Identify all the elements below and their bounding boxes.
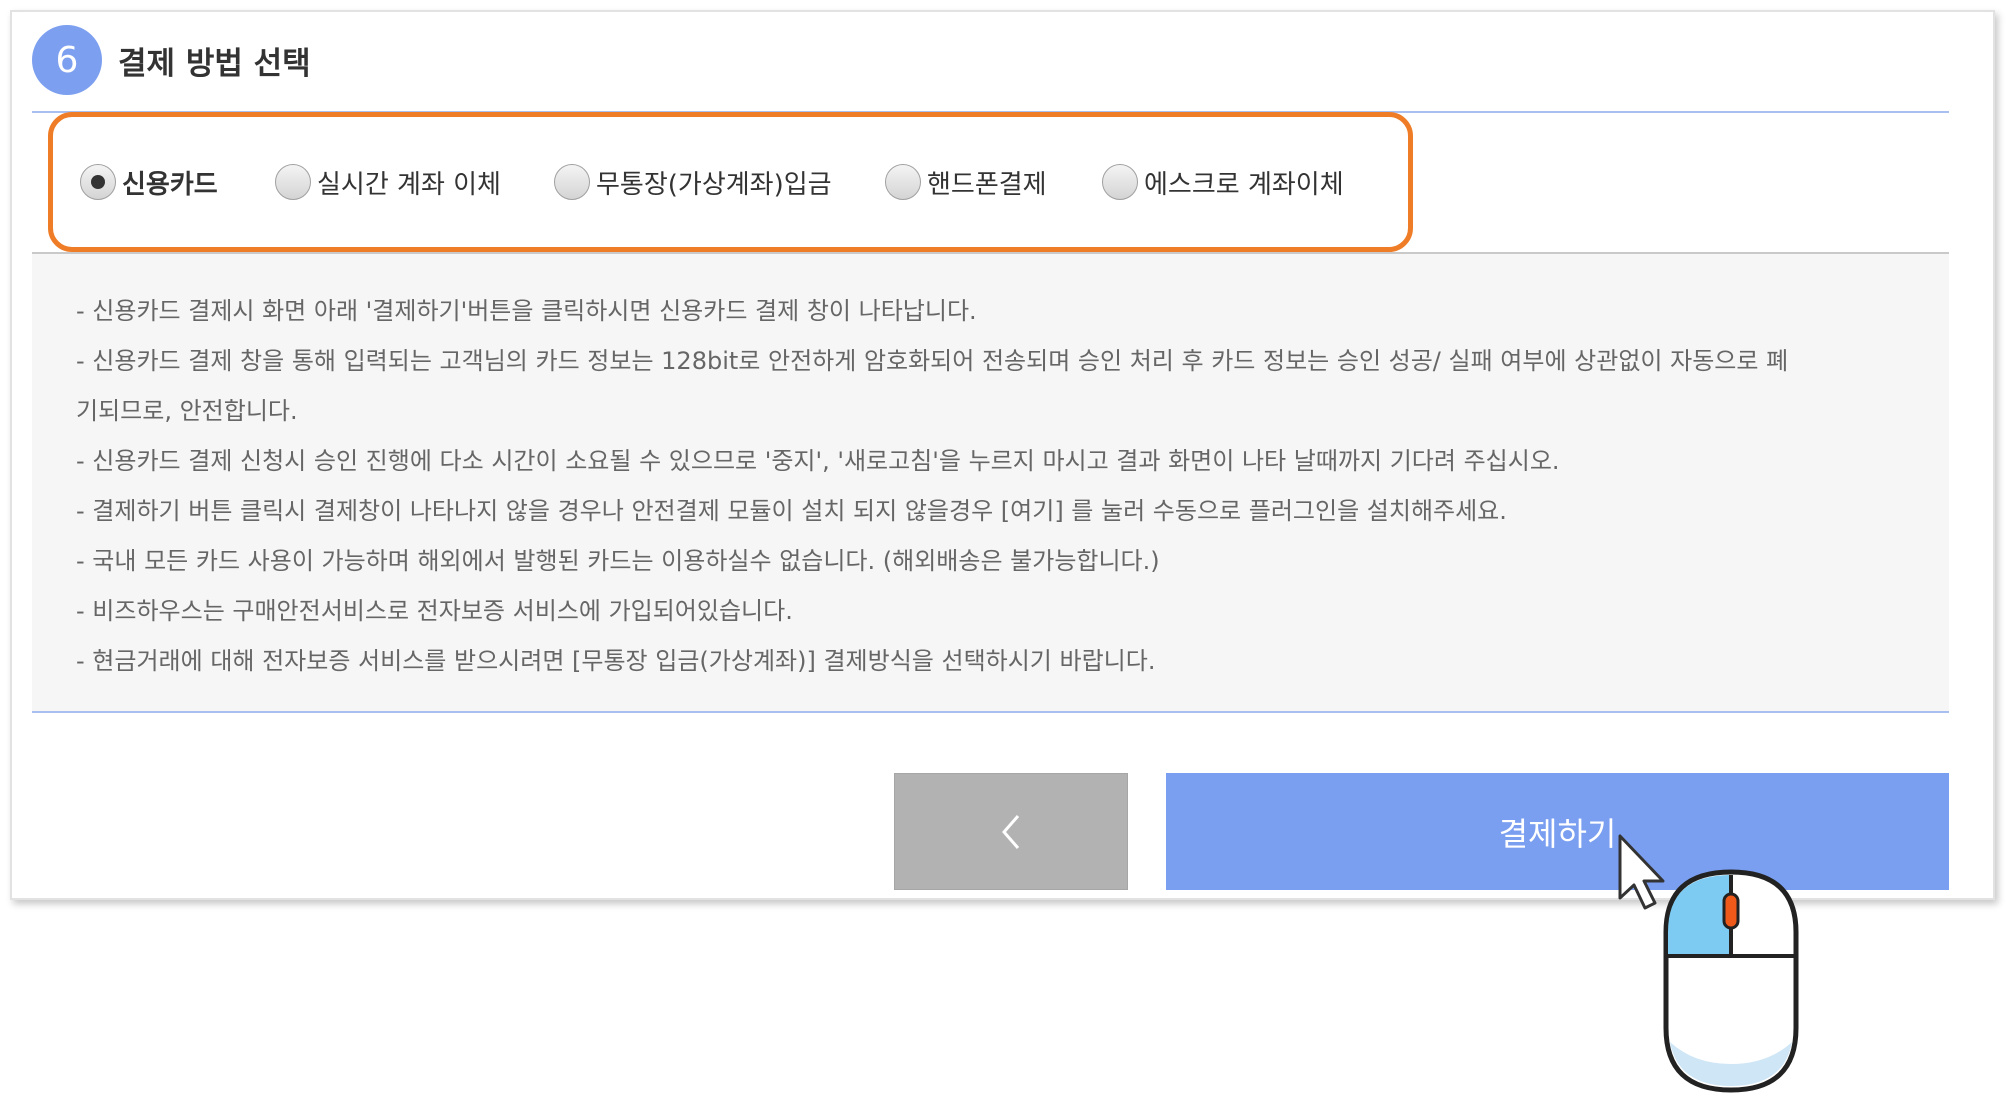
chevron-left-icon: [1002, 814, 1020, 849]
radio-label: 에스크로 계좌이체: [1144, 169, 1344, 200]
radio-label: 실시간 계좌 이체: [317, 169, 501, 200]
radio-button-icon[interactable]: [885, 164, 921, 200]
notice-line: - 국내 모든 카드 사용이 가능하며 해외에서 발행된 카드는 이용하실수 없…: [76, 547, 1160, 575]
radio-label: 핸드폰결제: [927, 169, 1047, 200]
radio-button-icon[interactable]: [554, 164, 590, 200]
radio-escrow-transfer[interactable]: 에스크로 계좌이체: [1102, 160, 1344, 204]
radio-credit-card[interactable]: 신용카드: [80, 160, 218, 204]
pay-button-label: 결제하기: [1498, 814, 1617, 853]
section-title: 결제 방법 선택: [118, 46, 311, 82]
radio-button-checked-icon[interactable]: [80, 164, 116, 200]
radio-label: 무통장(가상계좌)입금: [596, 169, 832, 200]
radio-button-icon[interactable]: [1102, 164, 1138, 200]
radio-mobile-payment[interactable]: 핸드폰결제: [885, 160, 1047, 204]
radio-label: 신용카드: [122, 169, 218, 200]
notice-line: - 신용카드 결제시 화면 아래 '결제하기'버튼을 클릭하시면 신용카드 결제…: [76, 297, 977, 325]
step-number: 6: [55, 39, 79, 81]
radio-realtime-transfer[interactable]: 실시간 계좌 이체: [275, 160, 501, 204]
back-button[interactable]: [894, 773, 1128, 890]
step-number-badge: 6: [32, 25, 102, 95]
notice-line: - 현금거래에 대해 전자보증 서비스를 받으시려면 [무통장 입금(가상계좌)…: [76, 647, 1156, 675]
divider: [32, 111, 1949, 113]
radio-bank-deposit[interactable]: 무통장(가상계좌)입금: [554, 160, 832, 204]
notice-line: 기되므로, 안전합니다.: [76, 397, 298, 425]
divider: [32, 711, 1949, 713]
pay-button[interactable]: 결제하기: [1166, 773, 1949, 890]
cursor-arrow-icon: [1618, 834, 1665, 910]
notice-line: - 신용카드 결제 신청시 승인 진행에 다소 시간이 소요될 수 있으므로 '…: [76, 447, 1560, 475]
payment-notice-box: - 신용카드 결제시 화면 아래 '결제하기'버튼을 클릭하시면 신용카드 결제…: [32, 254, 1949, 712]
radio-button-icon[interactable]: [275, 164, 311, 200]
notice-line: - 결제하기 버튼 클릭시 결제창이 나타나지 않을 경우나 안전결제 모듈이 …: [76, 497, 1507, 525]
mouse-click-illustration: [1618, 834, 1799, 1093]
notice-line: - 신용카드 결제 창을 통해 입력되는 고객님의 카드 정보는 128bit로…: [76, 347, 1789, 375]
notice-line: - 비즈하우스는 구매안전서비스로 전자보증 서비스에 가입되어있습니다.: [76, 597, 793, 625]
